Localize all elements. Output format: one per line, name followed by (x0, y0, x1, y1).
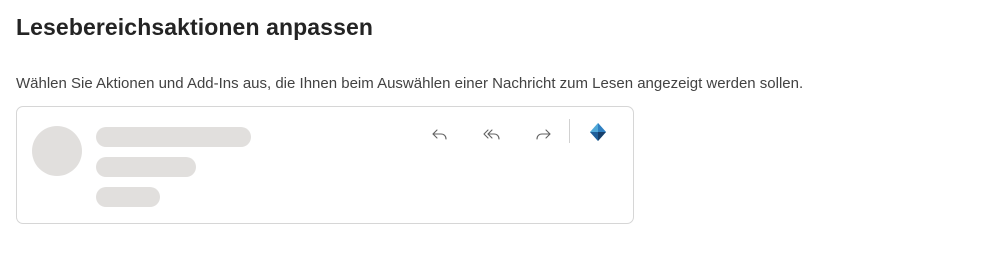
reply-all-icon (483, 129, 500, 140)
forward-button[interactable] (530, 121, 556, 147)
sender-skeleton (96, 127, 251, 147)
reading-pane-preview (16, 106, 634, 224)
addin-button[interactable] (585, 119, 611, 145)
reply-button[interactable] (427, 121, 453, 147)
action-divider (569, 119, 570, 143)
reply-all-button[interactable] (479, 121, 505, 147)
forward-icon (536, 129, 551, 140)
page-description: Wählen Sie Aktionen und Add-Ins aus, die… (16, 75, 804, 92)
date-skeleton (96, 187, 160, 207)
page-title: Lesebereichsaktionen anpassen (16, 14, 373, 40)
avatar-placeholder (32, 126, 82, 176)
reply-icon (432, 129, 447, 140)
addin-icon (590, 123, 606, 141)
subject-skeleton (96, 157, 196, 177)
